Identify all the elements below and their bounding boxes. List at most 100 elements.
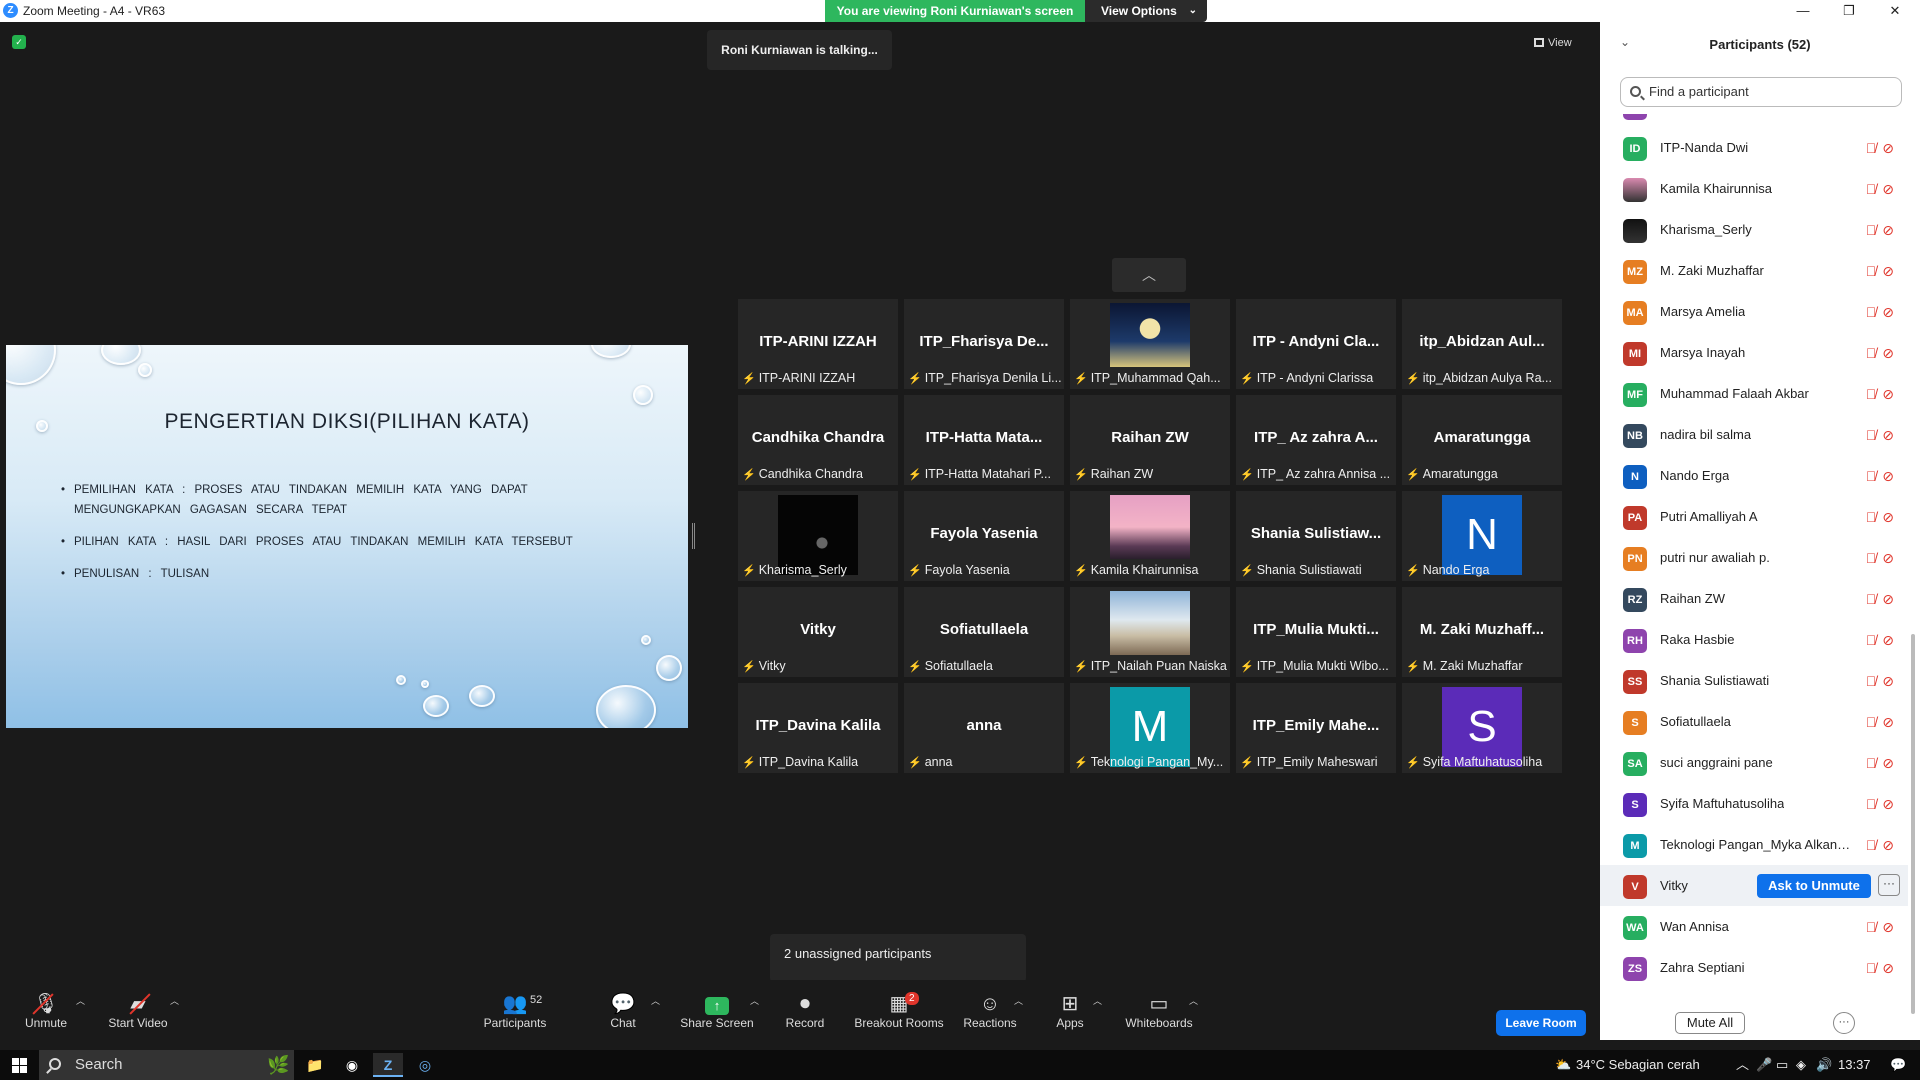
close-icon[interactable]: ✕	[1872, 1, 1918, 21]
participant-row[interactable]: MA Marsya Amelia 🎙̸⊘	[1600, 291, 1908, 332]
video-tile[interactable]: ⚡ ITP_Muhammad Qah...	[1070, 299, 1230, 389]
find-participant-input[interactable]: Find a participant	[1620, 77, 1902, 107]
network-icon[interactable]: ◈	[1796, 1050, 1806, 1080]
video-tile[interactable]: Shania Sulistiaw... ⚡ Shania Sulistiawati	[1236, 491, 1396, 581]
caret-up-icon[interactable]: ︿	[1189, 994, 1198, 1007]
ask-to-unmute-button[interactable]: Ask to Unmute	[1757, 874, 1871, 898]
participant-row[interactable]: Kharisma_Serly 🎙̸⊘	[1600, 209, 1908, 250]
participant-row[interactable]: RH Raka Hasbie 🎙̸⊘	[1600, 619, 1908, 660]
video-tile[interactable]: ⚡ Kharisma_Serly	[738, 491, 898, 581]
participant-row[interactable]: RZ Raihan ZW 🎙̸⊘	[1600, 578, 1908, 619]
mic-muted-icon: ⚡	[1074, 469, 1088, 481]
participant-row[interactable]: PA Putri Amalliyah A 🎙̸⊘	[1600, 496, 1908, 537]
video-tile[interactable]: Raihan ZW ⚡ Raihan ZW	[1070, 395, 1230, 485]
camera-app-icon[interactable]: ◎	[410, 1053, 440, 1077]
security-shield-icon[interactable]: ✓	[12, 35, 26, 49]
video-tile[interactable]: ITP_Emily Mahe... ⚡ ITP_Emily Maheswari	[1236, 683, 1396, 773]
file-explorer-icon[interactable]: 📁	[300, 1053, 330, 1077]
video-tile[interactable]: ⚡ Kamila Khairunnisa	[1070, 491, 1230, 581]
record-icon: ⏺	[800, 993, 810, 1015]
video-tile[interactable]: ITP-Hatta Mata... ⚡ ITP-Hatta Matahari P..…	[904, 395, 1064, 485]
video-tile[interactable]: M ⚡ Teknologi Pangan_My...	[1070, 683, 1230, 773]
video-tile[interactable]: ITP_Fharisya De... ⚡ ITP_Fharisya Denila L…	[904, 299, 1064, 389]
record-button[interactable]: ⏺ Record	[783, 992, 827, 1030]
participant-row[interactable]: MI Marsya Inayah 🎙̸⊘	[1600, 332, 1908, 373]
microphone-icon[interactable]: 🎤	[1756, 1050, 1772, 1080]
view-button[interactable]: View	[1534, 32, 1588, 54]
notifications-icon[interactable]: 💬	[1890, 1050, 1906, 1080]
caret-up-icon[interactable]: ︿	[651, 994, 660, 1007]
video-tile[interactable]: ITP-ARINI IZZAH ⚡ ITP-ARINI IZZAH	[738, 299, 898, 389]
participant-row[interactable]: Kamila Khairunnisa 🎙̸⊘	[1600, 168, 1908, 209]
video-tile[interactable]: ITP_Davina Kalila ⚡ ITP_Davina Kalila	[738, 683, 898, 773]
taskbar-search-input[interactable]: Search 🌿	[39, 1050, 294, 1080]
mute-all-button[interactable]: Mute All	[1675, 1012, 1745, 1034]
battery-icon[interactable]: ▭	[1776, 1050, 1788, 1080]
video-tile[interactable]: anna ⚡ anna	[904, 683, 1064, 773]
video-tile[interactable]: ITP_Mulia Mukti... ⚡ ITP_Mulia Mukti Wibo.…	[1236, 587, 1396, 677]
video-tile[interactable]: M. Zaki Muzhaff... ⚡ M. Zaki Muzhaffar	[1402, 587, 1562, 677]
caret-up-icon[interactable]: ︿	[1093, 994, 1102, 1007]
video-tile[interactable]: Amaratungga ⚡ Amaratungga	[1402, 395, 1562, 485]
caret-up-icon[interactable]: ︿	[76, 994, 85, 1007]
caret-up-icon[interactable]: ︿	[750, 994, 759, 1007]
view-options-button[interactable]: View Options ⌄	[1085, 0, 1207, 22]
reactions-button[interactable]: ☺ Reactions ︿	[963, 992, 1023, 1030]
participant-row[interactable]: NB nadira bil salma 🎙̸⊘	[1600, 414, 1908, 455]
unassigned-participants-popup[interactable]: 2 unassigned participants	[770, 934, 1026, 989]
video-tile[interactable]: N ⚡ Nando Erga	[1402, 491, 1562, 581]
participant-name: Marsya Inayah	[1660, 345, 1746, 360]
chevron-up-icon[interactable]: ︿	[1736, 1050, 1749, 1080]
participant-row[interactable]: IMITP-Hatta Matahari Persada🎙̸⊘	[1600, 114, 1908, 127]
participant-row[interactable]: ID ITP-Nanda Dwi 🎙̸⊘	[1600, 127, 1908, 168]
volume-icon[interactable]: 🔊	[1816, 1050, 1832, 1080]
participant-row[interactable]: ZS Zahra Septiani 🎙̸⊘	[1600, 947, 1908, 988]
whiteboards-button[interactable]: ▭ Whiteboards ︿	[1125, 992, 1198, 1030]
video-tile[interactable]: ITP - Andyni Cla... ⚡ ITP - Andyni Clariss…	[1236, 299, 1396, 389]
chat-button[interactable]: 💬 Chat ︿	[608, 992, 660, 1030]
participant-row[interactable]: V Vitky Ask to Unmute ···	[1600, 865, 1908, 906]
participant-more-button[interactable]: ···	[1878, 874, 1900, 896]
chrome-icon[interactable]: ◉	[337, 1053, 367, 1077]
participant-row[interactable]: S Syifa Maftuhatusoliha 🎙̸⊘	[1600, 783, 1908, 824]
video-tile[interactable]: Fayola Yasenia ⚡ Fayola Yasenia	[904, 491, 1064, 581]
breakout-rooms-button[interactable]: ▦ 2 Breakout Rooms	[853, 992, 945, 1030]
gallery-scroll-up-button[interactable]: ︿	[1112, 258, 1186, 292]
participant-list-scrollbar[interactable]	[1910, 114, 1916, 1020]
video-tile[interactable]: Sofiatullaela ⚡ Sofiatullaela	[904, 587, 1064, 677]
video-tile[interactable]: S ⚡ Syifa Maftuhatusoliha	[1402, 683, 1562, 773]
participant-list[interactable]: IMITP-Hatta Matahari Persada🎙̸⊘ ID ITP-Nan…	[1600, 114, 1908, 1020]
participant-row[interactable]: MF Muhammad Falaah Akbar 🎙̸⊘	[1600, 373, 1908, 414]
video-tile[interactable]: ITP_ Az zahra A... ⚡ ITP_ Az zahra Annisa …	[1236, 395, 1396, 485]
start-video-button[interactable]: ▰ Start Video ︿	[107, 992, 179, 1030]
participant-row[interactable]: MZ M. Zaki Muzhaffar 🎙̸⊘	[1600, 250, 1908, 291]
video-tile[interactable]: Candhika Chandra ⚡ Candhika Chandra	[738, 395, 898, 485]
apps-button[interactable]: ⊞ Apps ︿	[1055, 992, 1102, 1030]
video-tile[interactable]: itp_Abidzan Aul... ⚡ itp_Abidzan Aulya Ra.…	[1402, 299, 1562, 389]
windows-start-icon[interactable]	[12, 1058, 27, 1073]
split-view-drag-handle[interactable]	[692, 523, 695, 549]
share-screen-button[interactable]: ↑ Share Screen ︿	[680, 992, 759, 1030]
participant-row[interactable]: S Sofiatullaela 🎙̸⊘	[1600, 701, 1908, 742]
participant-row[interactable]: N Nando Erga 🎙̸⊘	[1600, 455, 1908, 496]
scrollbar-thumb[interactable]	[1911, 634, 1915, 1014]
participant-row[interactable]: SS Shania Sulistiawati 🎙̸⊘	[1600, 660, 1908, 701]
participant-row[interactable]: PN putri nur awaliah p. 🎙̸⊘	[1600, 537, 1908, 578]
caret-up-icon[interactable]: ︿	[170, 994, 179, 1007]
leave-room-button[interactable]: Leave Room	[1496, 1010, 1586, 1036]
participants-button[interactable]: 👥 52 Participants	[480, 992, 550, 1030]
weather-icon[interactable]: ⛅	[1555, 1050, 1571, 1080]
weather-text[interactable]: 34°C Sebagian cerah	[1576, 1050, 1700, 1080]
minimize-icon[interactable]: —	[1780, 1, 1826, 21]
clock-time[interactable]: 13:37	[1838, 1050, 1871, 1080]
participant-row[interactable]: WA Wan Annisa 🎙̸⊘	[1600, 906, 1908, 947]
maximize-icon[interactable]: ❐	[1826, 1, 1872, 21]
more-options-button[interactable]: ···	[1833, 1012, 1855, 1034]
video-tile[interactable]: ⚡ ITP_Nailah Puan Naiska	[1070, 587, 1230, 677]
participant-row[interactable]: M Teknologi Pangan_Myka Alkana... 🎙̸⊘	[1600, 824, 1908, 865]
caret-up-icon[interactable]: ︿	[1014, 994, 1023, 1007]
participant-row[interactable]: SA suci anggraini pane 🎙̸⊘	[1600, 742, 1908, 783]
zoom-taskbar-icon[interactable]: Z	[373, 1053, 403, 1077]
unmute-button[interactable]: 🎙 Unmute ︿	[22, 992, 85, 1030]
video-tile[interactable]: Vitky ⚡ Vitky	[738, 587, 898, 677]
